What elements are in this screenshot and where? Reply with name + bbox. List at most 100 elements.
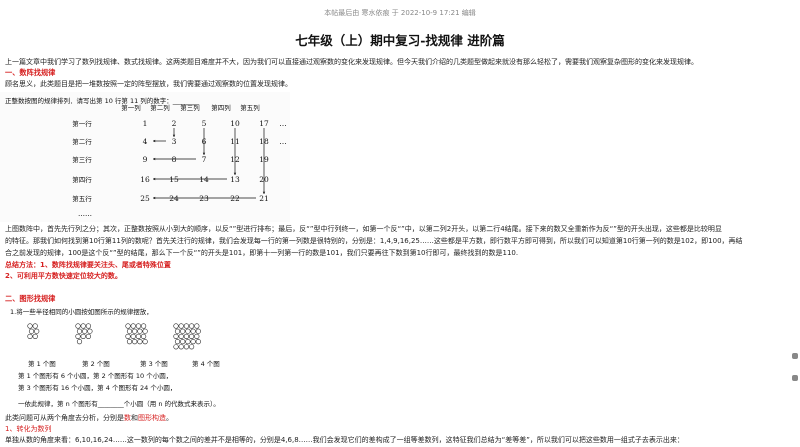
pattern-4-circle [194,333,200,340]
grid-cell: 15 [169,175,179,184]
pattern-4-circle [180,339,186,345]
pattern-3-circle [141,323,147,329]
post-meta: 本帖最后由 寒水依痕 于 2022-10-9 17:21 编辑 [0,8,800,18]
pattern-4-circle [174,339,181,345]
pattern-4-circle [185,339,191,345]
section1-heading: 一、数阵找规律 [5,68,56,77]
pattern-4-circle [183,344,189,350]
fig-line-2: 第 3 个图形有 16 个小圆，第 4 个图形有 24 个小圆， [18,384,177,392]
pattern-3-circle [135,333,141,340]
grid-arrowhead [153,157,156,161]
grid-cell: 1 [143,119,148,128]
number-grid-svg: 第一列第二列第三列第四列第五列第一行第二行第三行第四行第五行1251017436… [72,103,287,218]
section2-heading: 二、图形找规律 [5,294,56,303]
pattern-3-circle [135,323,141,329]
scroll-marker-top[interactable] [792,353,798,359]
grid-cell: 17 [259,119,269,128]
note-number: 数 [124,414,131,422]
col-header: 第五列 [240,103,260,112]
pattern-4-circle [173,323,179,329]
grid-cell: 16 [140,175,150,184]
pattern-4-circle [189,323,195,329]
fig-label-3: 第 3 个图 [140,360,168,368]
pattern-1-circle [34,328,40,334]
grid-cell: 4 [143,137,148,146]
grid-cell: 14 [199,175,209,184]
fig-label-4: 第 4 个图 [192,360,220,368]
grid-arrowhead [153,139,156,143]
pattern-1-circle [32,333,38,340]
note-pre: 此类问题可从两个角度去分析，分别是 [5,414,124,422]
pattern-3-circle [141,333,147,340]
pattern-2-circle [82,328,88,334]
pattern-1-circle [28,328,35,334]
pattern-2-circle [75,333,81,340]
grid-cell: 5 [202,119,207,128]
grid-cell: 7 [202,155,207,164]
fig-label-1: 第 1 个图 [28,360,56,368]
pattern-3-circle [132,339,138,345]
pattern-3-circle [137,339,143,345]
pattern-3-circle [125,323,131,329]
grid-ellipsis: …… [78,210,92,218]
figure2-question: 1.将一些半径相同的小圆按如图所示的规律摆放， [10,308,153,316]
pattern-4-circle [195,339,201,345]
fig-label-2: 第 2 个图 [82,360,110,368]
pattern-4-circle [180,328,186,334]
scroll-marker-bottom[interactable] [792,375,798,381]
pattern-4-circle [183,333,189,340]
fig-line-1: 第 1 个图形有 6 个小圆，第 2 个图形有 10 个小圆， [18,372,173,380]
col-header: 第二列 [150,103,170,112]
pattern-3-circle [142,339,148,345]
summary-label: 总结方法： [5,261,40,269]
grid-cell: 21 [259,194,269,203]
last-paragraph: 单独从数的角度来看：6,10,16,24……这一数列的每个数之间的差并不是相等的… [5,436,684,444]
grid-arrowhead [153,196,156,200]
number-grid-figure: 正整数按图的规律排列．请写出第 10 行第 11 列的数字：________ 第… [0,92,290,222]
row-header: 第五行 [72,194,92,203]
summary-line-1: 总结方法：1、数阵找规律要关注头、尾或者特殊位置 [5,260,171,270]
circle-pattern-figure: 1.将一些半径相同的小圆按如图所示的规律摆放， 第 1 个图 第 2 个图 第 … [0,304,230,410]
intro-paragraph: 上一篇文章中我们学习了数列找规律、数式找规律。这两类题目难度并不大，因为我们可以… [5,58,698,66]
row-header: 第四行 [72,175,92,184]
pattern-2-circle [87,328,93,334]
pattern-3-circle [132,328,138,334]
pattern-4-circle [189,344,195,350]
pattern-4-circle [173,344,179,350]
pattern-3-circle [125,333,131,340]
row-ellipsis: … [279,137,287,146]
pattern-4-circle [178,323,184,329]
pattern-2-circle [85,333,91,340]
side-scrollbar[interactable] [790,345,800,445]
grid-cell: 10 [230,119,240,128]
row-header: 第一行 [72,119,92,128]
pattern-4-circle [174,328,181,334]
row-header: 第二行 [72,137,92,146]
pattern-3-circle [126,328,133,334]
grid-cell: 25 [140,194,150,203]
summary-item-1: 1、数阵找规律要关注头、尾或者特殊位置 [40,261,171,269]
pattern-2-circle [75,323,81,329]
pattern-4-circle [194,323,200,329]
pattern-4-circle [195,328,201,334]
pattern-3-circle [130,323,136,329]
pattern-3-circle [130,333,136,340]
row-ellipsis: … [279,119,287,128]
note-shape: 图形构造 [138,414,166,422]
col-header: 第三列 [180,103,200,112]
pattern-1-circle [27,323,33,329]
pattern-4-circle [190,328,196,334]
pattern-3-circle [126,339,133,345]
note-mid: 和 [131,414,138,422]
pattern-4-circle [178,344,184,350]
grid-cell: 3 [172,137,177,146]
explain-line-3: 合之前发现的规律，100是这个反“”型的结尾，那么下一个反“”的开头是101，即… [5,249,519,257]
col-header: 第一列 [121,103,141,112]
pattern-4-circle [185,328,191,334]
pattern-2-circle [85,323,91,329]
pattern-2-circle [76,339,83,345]
explain-line-2: 的特征。那我们如何找到第10行第11列的数呢？首先关注行的规律，我们会发现每一行… [5,237,743,245]
pattern-3-circle [142,328,148,334]
section1-desc: 顾名思义，此类题目是把一堆数按照一定的阵型摆放，我们需要通过观察数的位置发现规律… [5,80,292,88]
grid-cell: 24 [169,194,179,203]
